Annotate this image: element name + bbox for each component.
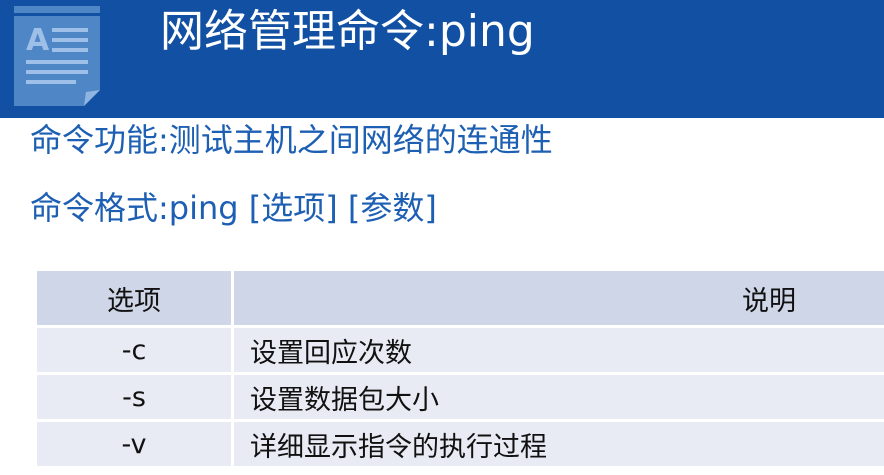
command-function-text: 命令功能:测试主机之间网络的连通性 <box>30 121 553 159</box>
option-cell: -c <box>34 325 234 375</box>
description-cell: 详细显示指令的执行过程 <box>231 419 884 469</box>
column-header-description: 说明 <box>231 268 884 328</box>
table-header-row: 选项 说明 <box>34 268 884 328</box>
svg-text:A: A <box>26 23 50 58</box>
command-format-text: 命令格式:ping [选项] [参数] <box>30 189 437 227</box>
page-title: 网络管理命令:ping <box>160 6 535 57</box>
table-row: -s 设置数据包大小 <box>34 372 884 422</box>
header-band: A 网络管理命令:ping <box>0 0 884 118</box>
option-cell: -v <box>34 419 234 469</box>
option-cell: -s <box>34 372 234 422</box>
column-header-option: 选项 <box>34 268 234 328</box>
document-icon: A <box>14 6 100 106</box>
options-table: 选项 说明 -c 设置回应次数 -s 设置数据包大小 -v 详细显示指令的执行过… <box>34 268 884 469</box>
description-cell: 设置回应次数 <box>231 325 884 375</box>
table-row: -v 详细显示指令的执行过程 <box>34 419 884 469</box>
table-row: -c 设置回应次数 <box>34 325 884 375</box>
slide: A 网络管理命令:ping 命令功能:测试主机之间网络的连通性 命令格式:pin… <box>0 0 884 475</box>
description-cell: 设置数据包大小 <box>231 372 884 422</box>
